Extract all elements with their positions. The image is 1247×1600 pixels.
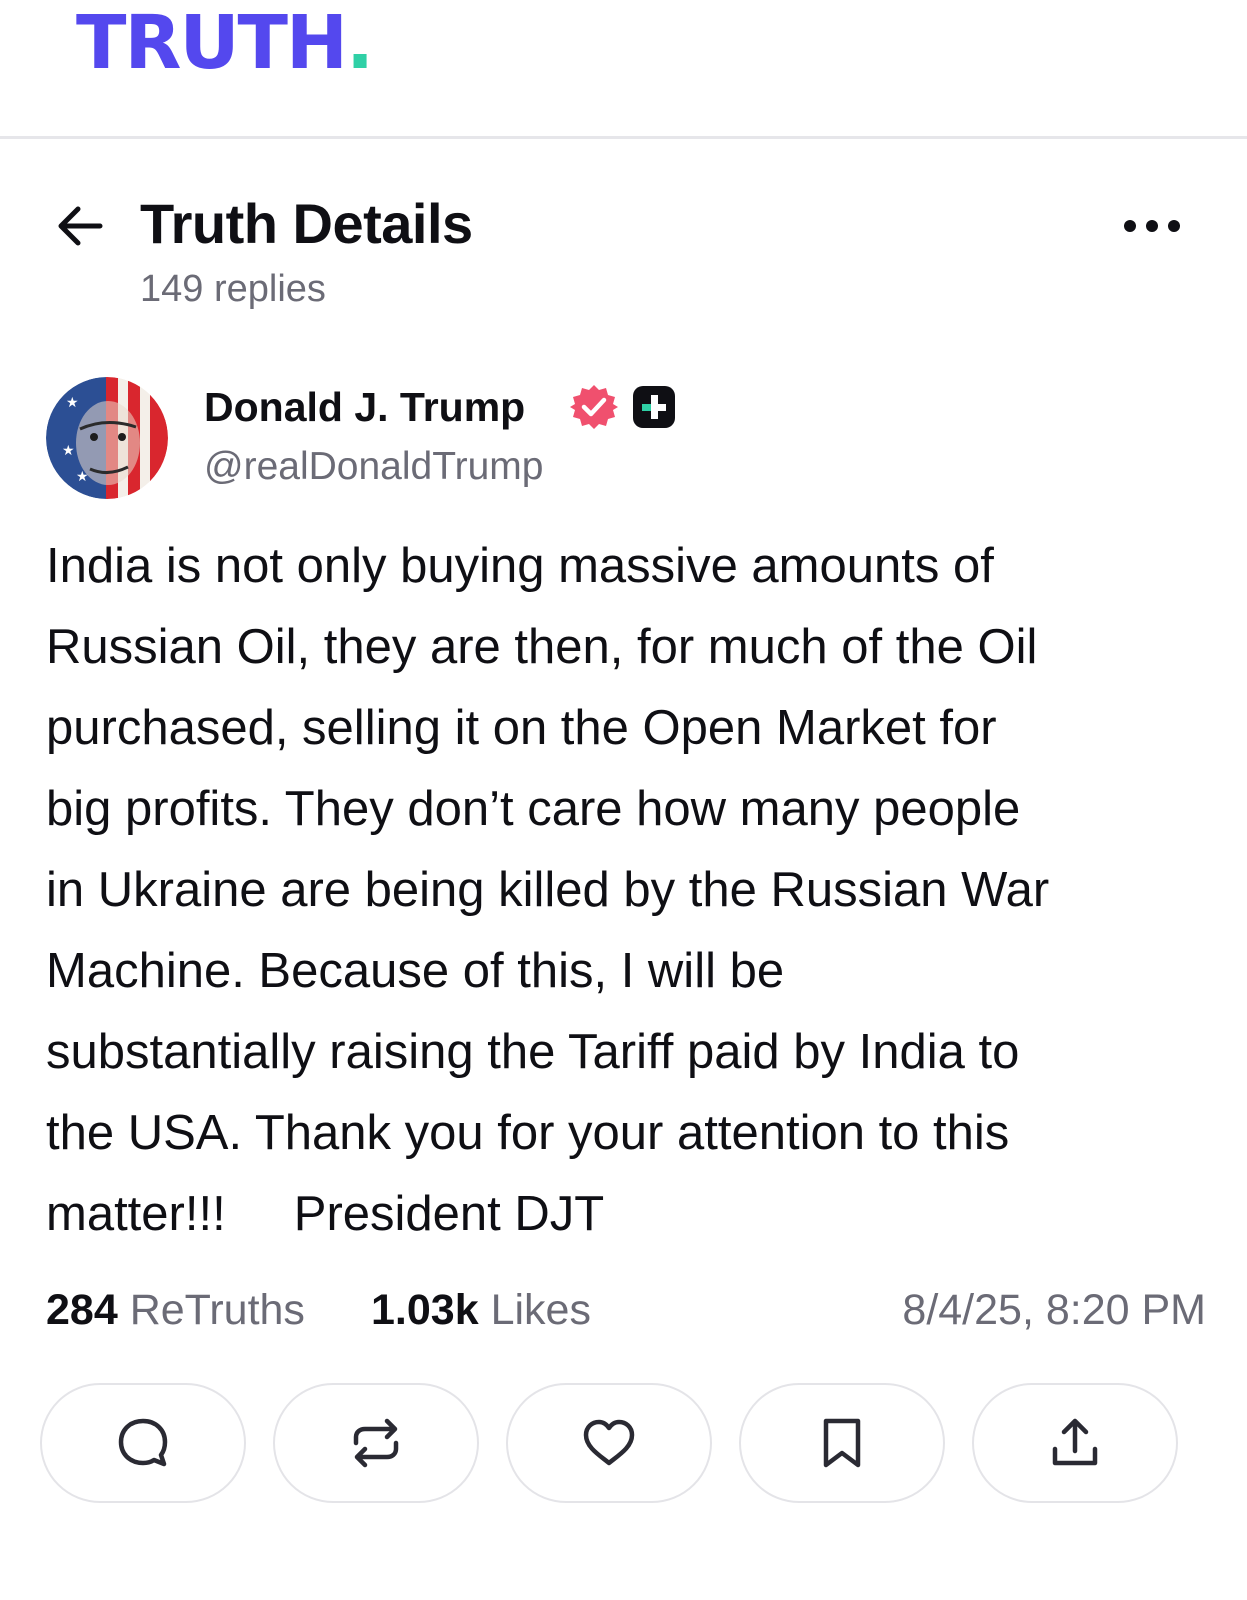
svg-text:★: ★ <box>62 443 75 459</box>
bookmark-button[interactable] <box>739 1383 945 1503</box>
post-line: the USA. Thank you for your attention to… <box>46 1106 1010 1160</box>
likes-count: 1.03k <box>371 1286 479 1334</box>
author-name[interactable]: Donald J. Trump <box>204 383 525 432</box>
post-timestamp: 8/4/25, 8:20 PM <box>902 1286 1206 1334</box>
post-line: purchased, selling it on the Open Market… <box>46 701 997 755</box>
share-button[interactable] <box>972 1383 1178 1503</box>
likes-label: Likes <box>490 1286 591 1334</box>
post-line: in Ukraine are being killed by the Russi… <box>46 863 1050 917</box>
back-button[interactable] <box>52 198 108 254</box>
retruths-stat[interactable]: 284 ReTruths <box>46 1286 305 1335</box>
logo-text: TRUTH <box>76 0 348 86</box>
bookmark-icon <box>823 1418 861 1468</box>
post-line: Machine. Because of this, I will be <box>46 944 785 998</box>
verified-badge-icon <box>570 385 618 429</box>
retruth-icon <box>353 1418 399 1468</box>
avatar[interactable]: ★ ★ ★ <box>46 377 168 499</box>
reply-button[interactable] <box>40 1383 246 1503</box>
post-line: India is not only buying massive amounts… <box>46 539 994 593</box>
post-stats: 284 ReTruths 1.03k Likes 8/4/25, 8:20 PM <box>46 1286 1206 1346</box>
truth-logo[interactable]: TRUTH. <box>76 6 374 80</box>
page-header: Truth Details 149 replies <box>0 170 1247 320</box>
post-line: substantially raising the Tariff paid by… <box>46 1025 1020 1079</box>
logo-dot: . <box>345 0 374 86</box>
post-line: big profits. They don’t care how many pe… <box>46 782 1021 836</box>
avatar-image: ★ ★ ★ <box>46 377 168 499</box>
post-text: India is not only buying massive amounts… <box>46 526 1206 1255</box>
arrow-left-icon <box>58 206 103 246</box>
likes-stat[interactable]: 1.03k Likes <box>371 1286 591 1335</box>
like-button[interactable] <box>506 1383 712 1503</box>
post-line: Russian Oil, they are then, for much of … <box>46 620 1038 674</box>
like-icon <box>583 1419 635 1466</box>
retruth-button[interactable] <box>273 1383 479 1503</box>
retruths-label: ReTruths <box>129 1286 305 1334</box>
reply-count: 149 replies <box>140 268 326 310</box>
retruths-count: 284 <box>46 1286 118 1334</box>
post-line: matter!!! President DJT <box>46 1187 605 1241</box>
top-bar: TRUTH. <box>0 0 1247 139</box>
author-handle[interactable]: @realDonaldTrump <box>204 445 543 489</box>
plus-badge-icon <box>633 386 675 428</box>
page-title: Truth Details <box>140 192 473 255</box>
action-bar <box>40 1383 1208 1507</box>
post-author: ★ ★ ★ Donald J. Trump @realDonaldTrump <box>46 377 1206 501</box>
share-icon <box>1052 1418 1098 1466</box>
more-horizontal-icon <box>1124 220 1180 232</box>
svg-text:★: ★ <box>66 395 79 411</box>
svg-text:★: ★ <box>76 469 89 485</box>
more-options-button[interactable] <box>1120 206 1184 246</box>
reply-icon <box>118 1418 168 1467</box>
